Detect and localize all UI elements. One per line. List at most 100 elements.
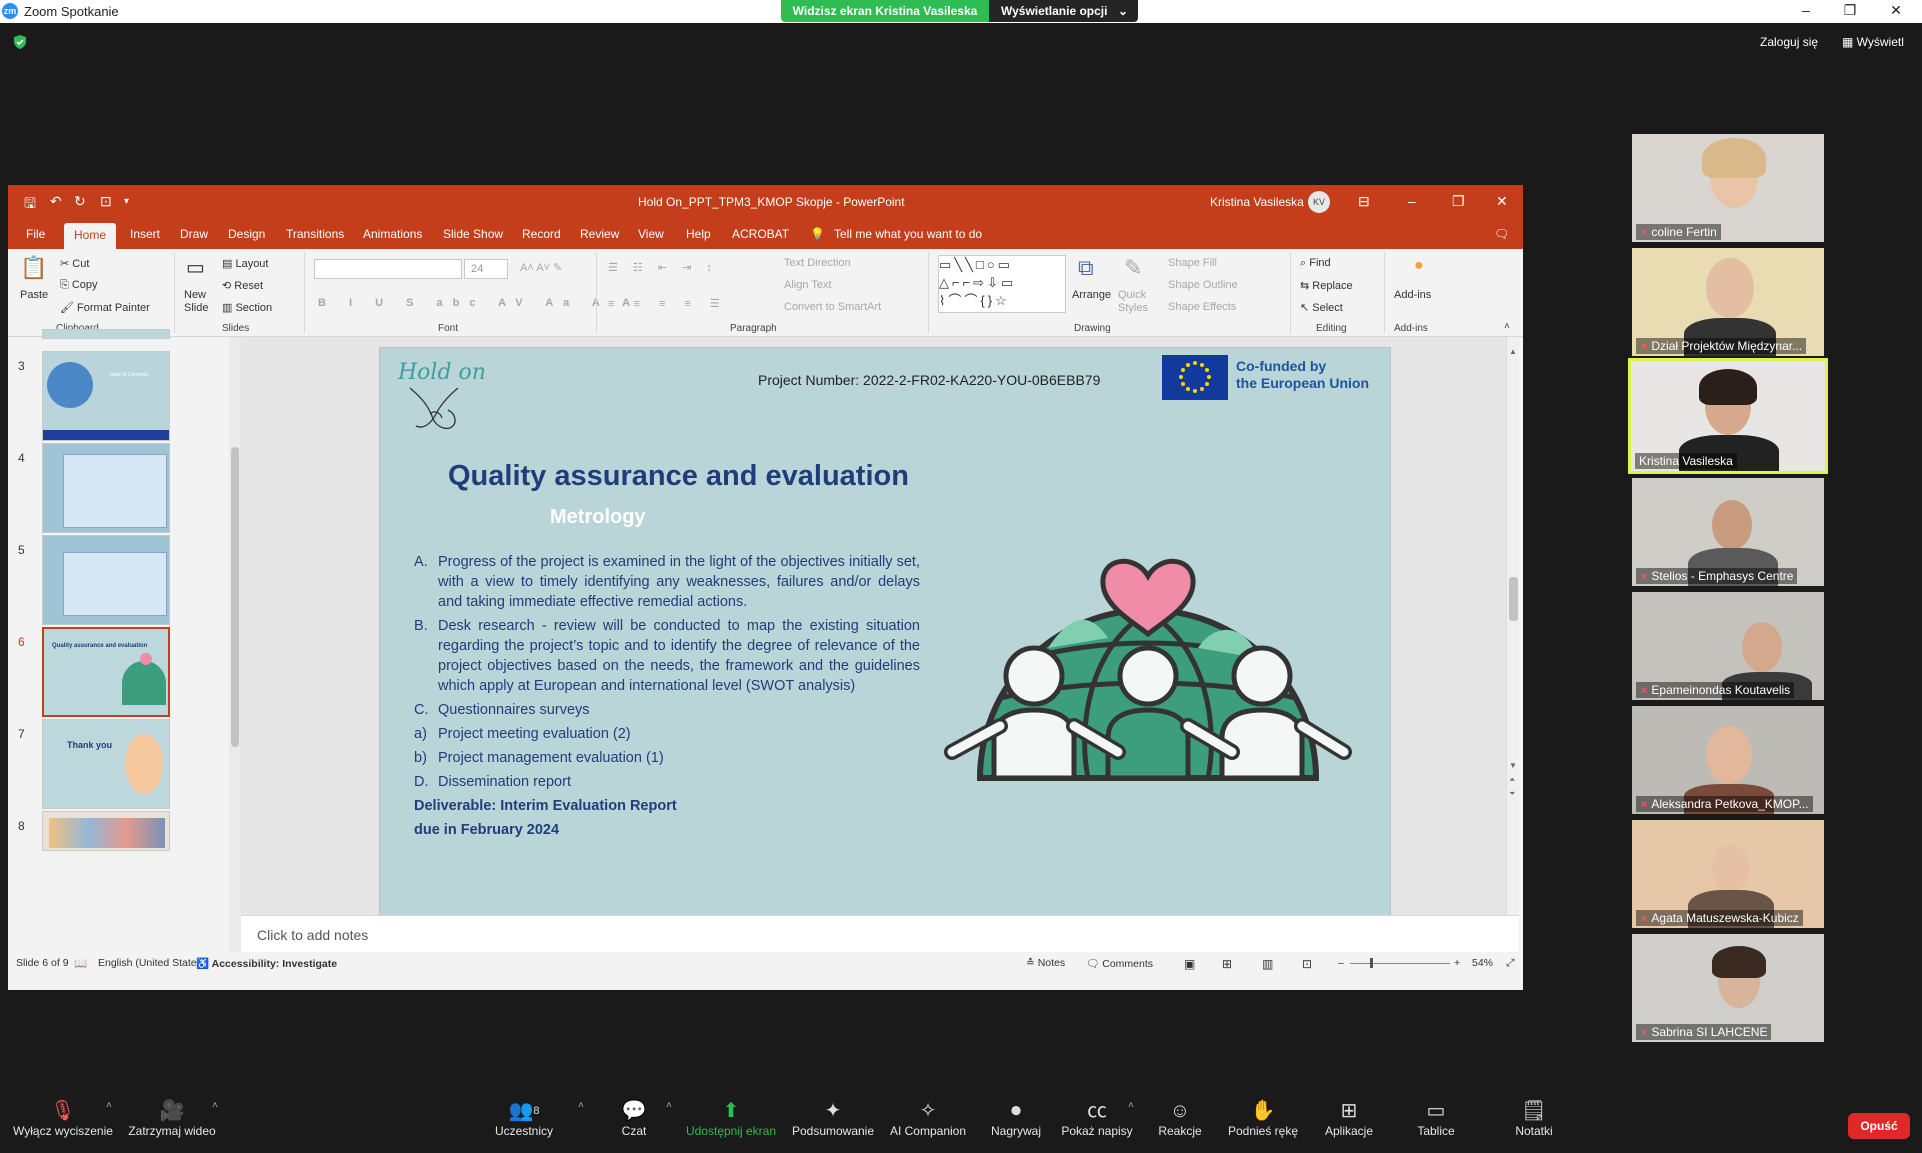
tab-animations[interactable]: Animations — [363, 227, 422, 241]
participant-tile[interactable]: ✕ coline Fertin — [1632, 134, 1824, 242]
slide-thumbnail-7[interactable]: Thank you — [42, 719, 170, 809]
notes-pane[interactable]: Click to add notes — [241, 915, 1519, 952]
font-format-icons[interactable]: B I U S abc AV Aa A A — [318, 297, 640, 309]
slideshow-view-icon[interactable]: ⊡ — [1302, 957, 1312, 971]
participant-tile[interactable]: ✕ Aleksandra Petkova_KMOP... — [1632, 706, 1824, 814]
scroll-up-icon[interactable]: ▲ — [1509, 347, 1517, 356]
restore-icon[interactable]: ❐ — [1830, 2, 1870, 19]
text-direction-button[interactable]: Text Direction — [784, 257, 851, 269]
save-icon[interactable]: 🖫 — [24, 193, 36, 217]
tab-slide-show[interactable]: Slide Show — [443, 227, 503, 241]
tab-help[interactable]: Help — [686, 227, 711, 241]
restore-icon[interactable]: ❐ — [1452, 193, 1465, 210]
scrollbar-thumb[interactable] — [231, 447, 239, 747]
copy-button[interactable]: ⎘ Copy — [60, 279, 98, 292]
font-grow-icon[interactable]: A˄ A˅ ✎ — [520, 261, 562, 274]
participant-tile-active-speaker[interactable]: Kristina Vasileska — [1628, 358, 1828, 474]
apps-button[interactable]: ⊞ Aplikacje — [1318, 1098, 1380, 1138]
summary-button[interactable]: ✦ Podsumowanie — [790, 1098, 876, 1138]
tab-view[interactable]: View — [638, 227, 664, 241]
list-icons[interactable]: ☰ ☷ ⇤ ⇥ ↕ — [608, 261, 718, 274]
participant-tile[interactable]: ✕ Agata Matuszewska-Kubicz — [1632, 820, 1824, 928]
collapse-ribbon-icon[interactable]: ˄ — [1504, 321, 1510, 332]
whiteboards-button[interactable]: ▭ Tablice — [1408, 1098, 1464, 1138]
slide-thumbnail-partial[interactable] — [42, 329, 170, 339]
zoom-slider[interactable] — [1350, 963, 1450, 964]
layout-button[interactable]: ▤ Layout — [222, 257, 268, 270]
ppt-user-name[interactable]: Kristina Vasileska — [1210, 195, 1304, 209]
notes-button[interactable]: ≛ Notes — [1026, 957, 1065, 969]
thumbnails-scrollbar[interactable] — [229, 337, 241, 952]
slide-thumbnail-4[interactable] — [42, 443, 170, 533]
scrollbar-thumb[interactable] — [1509, 577, 1518, 621]
unmute-button[interactable]: 🎙 Wyłącz wyciszenie — [8, 1098, 118, 1138]
slide-canvas[interactable]: Hold on Project Number: 2022-2-FR02-KA22… — [379, 347, 1391, 917]
shape-outline-button[interactable]: Shape Outline — [1168, 279, 1238, 291]
view-button[interactable]: ▦ Wyświetl — [1842, 35, 1904, 49]
avatar[interactable]: KV — [1308, 191, 1330, 213]
ribbon-display-icon[interactable]: ⊟ — [1358, 193, 1370, 210]
language-indicator[interactable]: English (United States) — [98, 957, 205, 969]
present-icon[interactable]: ⊡ — [100, 193, 112, 210]
font-size-input[interactable]: 24 — [464, 259, 508, 279]
new-slide-icon[interactable]: ▭ — [186, 255, 205, 280]
slide-scrollbar[interactable]: ▲ ▼ ⏶ ⏷ — [1506, 337, 1519, 915]
reset-button[interactable]: ⟲ Reset — [222, 279, 263, 292]
shape-effects-button[interactable]: Shape Effects — [1168, 301, 1236, 313]
comment-icon[interactable]: 🗨 — [1494, 227, 1509, 241]
participant-tile[interactable]: ✕ Epameinondas Koutavelis — [1632, 592, 1824, 700]
shape-fill-button[interactable]: Shape Fill — [1168, 257, 1217, 269]
arrange-icon[interactable]: ⧉ — [1078, 255, 1094, 281]
arrange-button[interactable]: Arrange — [1072, 289, 1111, 301]
reading-view-icon[interactable]: ▥ — [1262, 957, 1273, 971]
comments-button[interactable]: 🗨 Comments — [1086, 957, 1153, 970]
login-button[interactable]: Zaloguj się — [1760, 35, 1818, 49]
slide-thumbnail-3[interactable]: Table of Contents — [42, 351, 170, 441]
zoom-slider-handle[interactable] — [1370, 958, 1373, 968]
align-icons[interactable]: ≡ ≡ ≡ ≡ ☰ — [608, 297, 728, 310]
close-icon[interactable]: ✕ — [1876, 2, 1916, 19]
participants-button[interactable]: 👥8 Uczestnicy — [488, 1098, 560, 1138]
section-button[interactable]: ▥ Section — [222, 301, 272, 314]
replace-button[interactable]: ⇆ Replace — [1300, 279, 1353, 292]
previous-slide-icon[interactable]: ⏶ — [1509, 775, 1515, 785]
cut-button[interactable]: ✂ Cut — [60, 257, 89, 270]
leave-button[interactable]: Opuść — [1848, 1113, 1910, 1139]
quick-styles-icon[interactable]: ✎ — [1124, 255, 1142, 281]
record-button[interactable]: ⏺ Nagrywaj — [986, 1098, 1046, 1138]
paste-icon[interactable]: 📋 — [20, 255, 47, 281]
slide-thumbnail-6[interactable]: Quality assurance and evaluation — [40, 625, 172, 719]
quick-styles-button[interactable]: Quick Styles — [1118, 289, 1158, 315]
tab-record[interactable]: Record — [522, 227, 561, 241]
redo-icon[interactable]: ↻ — [74, 193, 86, 210]
slide-sorter-icon[interactable]: ⊞ — [1222, 957, 1232, 971]
accessibility-status[interactable]: ♿ Accessibility: Investigate — [196, 957, 337, 970]
zoom-in-icon[interactable]: + — [1454, 957, 1460, 969]
select-button[interactable]: ↖ Select — [1300, 301, 1343, 314]
tab-review[interactable]: Review — [580, 227, 619, 241]
spelling-icon[interactable]: 📖 — [74, 957, 87, 970]
zoom-level[interactable]: 54% — [1472, 957, 1493, 969]
share-screen-button[interactable]: ⬆ Udostępnij ekran — [684, 1098, 778, 1138]
captions-button[interactable]: ㏄ Pokaż napisy — [1060, 1098, 1134, 1138]
tab-file[interactable]: File — [26, 227, 45, 241]
notes-placeholder[interactable]: Click to add notes — [257, 927, 368, 943]
find-button[interactable]: ⌕ Find — [1300, 257, 1331, 270]
minimize-icon[interactable]: – — [1786, 2, 1826, 18]
tab-home[interactable]: Home — [64, 223, 117, 250]
close-icon[interactable]: ✕ — [1496, 193, 1508, 210]
stop-video-button[interactable]: 🎥 Zatrzymaj wideo — [122, 1098, 222, 1138]
raise-hand-button[interactable]: ✋ Podnieś rękę — [1222, 1098, 1304, 1138]
slide-thumbnail-8[interactable] — [42, 811, 170, 851]
reactions-button[interactable]: ☺ Reakcje — [1152, 1098, 1208, 1138]
tab-acrobat[interactable]: ACROBAT — [732, 227, 789, 241]
participant-tile[interactable]: ✕ Sabrina SI LAHCENE — [1632, 934, 1824, 1042]
minimize-icon[interactable]: – — [1408, 193, 1416, 209]
shapes-gallery[interactable]: ▭╲╲□○▭ △⌐⌐⇨⇩▭ ⌇⌒⌒{}☆ — [938, 255, 1066, 313]
participant-tile[interactable]: ✕ Dział Projektów Międzynar... — [1632, 248, 1824, 356]
participant-tile[interactable]: ✕ Stelios - Emphasys Centre — [1632, 478, 1824, 586]
chat-button[interactable]: 💬 Czat — [614, 1098, 654, 1138]
addins-button[interactable]: Add-ins — [1394, 289, 1431, 301]
format-painter-button[interactable]: 🖌 Format Painter — [60, 301, 150, 314]
slide-counter[interactable]: Slide 6 of 9 — [16, 957, 69, 969]
